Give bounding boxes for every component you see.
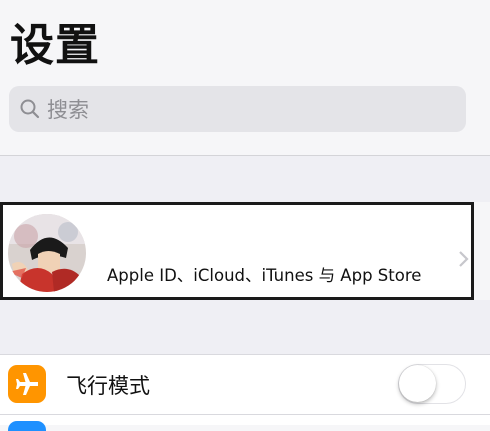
apple-id-row[interactable]: Apple ID、iCloud、iTunes 与 App Store [0, 202, 474, 300]
avatar-image [8, 214, 86, 292]
airplane-mode-toggle[interactable] [398, 364, 466, 404]
settings-header: 设置 搜索 [0, 0, 490, 156]
page-title: 设置 [10, 20, 100, 71]
section-spacer [0, 300, 490, 355]
apple-id-label: Apple ID、iCloud、iTunes 与 App Store [107, 266, 422, 285]
search-bar[interactable]: 搜索 [9, 86, 466, 132]
search-icon [20, 99, 40, 119]
wifi-icon [8, 421, 46, 431]
chevron-right-icon [459, 251, 469, 267]
airplane-mode-row[interactable]: 飞行模式 [0, 355, 490, 415]
toggle-knob [399, 365, 436, 402]
next-settings-row[interactable] [0, 415, 490, 431]
airplane-icon [8, 365, 46, 403]
airplane-mode-label: 飞行模式 [66, 374, 150, 398]
section-spacer [0, 156, 490, 202]
profile-avatar[interactable] [8, 214, 86, 292]
search-placeholder: 搜索 [47, 98, 89, 122]
